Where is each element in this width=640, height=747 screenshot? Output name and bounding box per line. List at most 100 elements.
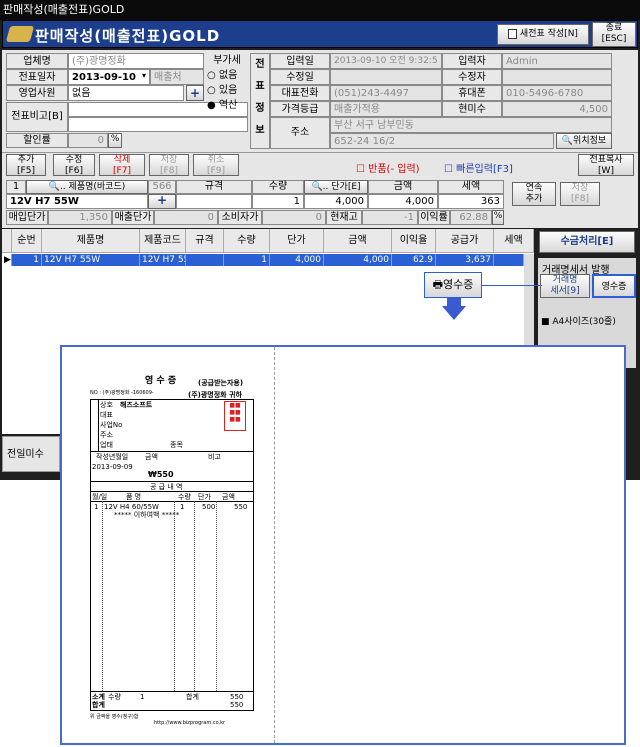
margin-value: 62.88	[450, 210, 492, 225]
statement-button[interactable]: 거래명 세서[9]	[540, 274, 590, 298]
sup-label: 업태	[100, 441, 113, 449]
rule	[194, 501, 195, 691]
buy-price-label: 매입단가	[6, 210, 48, 225]
company-field[interactable]: (주)광명정화	[68, 53, 204, 69]
grid-cell: 12V H7 55	[142, 254, 186, 266]
down-arrow-icon	[442, 306, 466, 320]
a4-checkbox[interactable]: ■ A4사이즈(30줄)	[541, 314, 616, 327]
qty-label: 수량	[108, 693, 121, 701]
qty-value: 1	[140, 693, 145, 701]
mobile-value: 010-5496-6780	[502, 85, 612, 101]
company-seal: ■■ ■■ ■■	[224, 401, 246, 431]
grid-header: 금액	[324, 229, 392, 253]
down-arrow-stem	[447, 298, 461, 307]
grid-header: 공급가	[436, 229, 494, 253]
grid-header: 세액	[494, 229, 534, 253]
edit-date-value	[330, 69, 442, 85]
sup-label: 사업No	[100, 421, 123, 429]
add-product-button[interactable]: +	[148, 194, 176, 209]
collect-button[interactable]: 수금처리[E]	[539, 231, 635, 253]
sup-label: 상호	[100, 401, 113, 409]
save-button[interactable]: 저장 [F8]	[149, 154, 189, 176]
toolbar	[2, 152, 638, 178]
grid-cell: 4,000	[270, 254, 324, 266]
spec-input[interactable]	[176, 194, 252, 209]
sup-value: 해즈소프트	[120, 401, 153, 409]
subtotal-label: 소계	[92, 693, 105, 701]
receipt-item: 550	[234, 503, 248, 511]
new-slip-button[interactable]: 새전표 작성[N]	[497, 24, 589, 45]
row-pointer-icon: ▶	[2, 254, 12, 266]
grid-cell: 3,637	[436, 254, 494, 266]
receipt-item: 1	[180, 503, 185, 511]
product-input[interactable]: 12V H7 55W	[6, 194, 148, 209]
price-input[interactable]: 4,000	[304, 194, 368, 209]
sup-label: 주소	[100, 431, 113, 439]
window-title: 판매작성(매출전표)GOLD	[0, 0, 640, 20]
quick-input-checkbox[interactable]: ☐ 빠른입력[F3]	[444, 160, 513, 175]
vat-yes-radio[interactable]: ○ 있음	[207, 81, 247, 96]
receipt-no: NO : (주)광명정화 -160609-	[90, 390, 154, 396]
entry-save-button[interactable]: 저장 [F8]	[560, 182, 600, 206]
discount-field[interactable]: 0	[68, 133, 108, 148]
receipt-popup-button[interactable]: 🖶영수증	[424, 272, 482, 298]
grid-header: 제품명	[42, 229, 140, 253]
delete-button[interactable]: 삭제 [F7]	[99, 154, 145, 176]
page-title: 판매작성(매출전표)GOLD	[35, 27, 221, 45]
buy-price-value: 1,350	[48, 210, 112, 225]
page-header: 판매작성(매출전표)GOLD 새전표 작성[N] 종료 [ESC]	[2, 20, 638, 48]
grid-cell: 62.9	[392, 254, 436, 266]
address-label: 주소	[270, 117, 330, 149]
add-sales-rep-button[interactable]: +	[186, 85, 204, 101]
cancel-button[interactable]: 취소 [F9]	[193, 154, 239, 176]
amount-head: 금액	[368, 180, 438, 194]
close-button[interactable]: 종료 [ESC]	[592, 22, 636, 47]
grid-header: 단가	[270, 229, 324, 253]
sell-price-value: 0	[154, 210, 218, 225]
tax-input[interactable]: 363	[438, 194, 504, 209]
continuous-add-button[interactable]: 연속 추가	[512, 182, 556, 206]
stock-label: 현재고	[326, 210, 362, 225]
rule	[90, 491, 254, 492]
receipt-button[interactable]: 영수증	[592, 274, 636, 298]
vat-reverse-radio[interactable]: ● 역산	[207, 96, 247, 111]
product-search-button[interactable]: 🔍.. 제품명(바코드)	[26, 180, 148, 194]
date-field[interactable]: 2013-09-10	[68, 69, 150, 85]
table-row[interactable]: ▶ 1 12V H7 55W 12V H7 55 1 4,000 4,000 6…	[2, 254, 524, 266]
copy-slip-button[interactable]: 전표복사 [W]	[578, 154, 634, 176]
add-button[interactable]: 추가 [F5]	[6, 154, 46, 176]
discount-label: 할인률	[6, 133, 68, 148]
location-button[interactable]: 🔍위치정보	[556, 133, 612, 149]
vat-none-radio[interactable]: ○ 없음	[207, 66, 247, 81]
receipt-item: 500	[202, 503, 216, 511]
percent-button[interactable]: %	[108, 133, 122, 148]
price-head-button[interactable]: 🔍.. 단가[E]	[304, 180, 368, 194]
bottom-panel: 전일미수	[2, 436, 60, 472]
memo-field-2[interactable]	[68, 117, 248, 132]
prev-receivable-label: 전일미수	[7, 449, 44, 460]
sell-price-label: 매출단가	[112, 210, 154, 225]
amount-input[interactable]: 4,000	[368, 194, 438, 209]
search-icon: 🔍	[311, 182, 323, 192]
receivable-value: 4,500	[502, 101, 612, 117]
price-grade-value: 매출가적용	[330, 101, 442, 117]
receipt-col: 수량	[178, 493, 191, 501]
receipt-to: (주)광명정화 귀하	[188, 391, 242, 399]
search-icon: 🔍	[561, 136, 574, 146]
receipt-subtitle: (공급받는자용)	[198, 379, 244, 387]
margin-label: 이익률	[418, 210, 450, 225]
return-checkbox[interactable]: ☐ 반품(- 입력)	[356, 160, 420, 175]
receivable-label: 현미수	[442, 101, 502, 117]
customer-field[interactable]: 매출처	[150, 69, 204, 85]
sales-rep-select[interactable]: 없음	[68, 85, 184, 101]
edit-button[interactable]: 수정 [F6]	[53, 154, 95, 176]
margin-percent-button[interactable]: %	[492, 210, 504, 225]
date-label: 전표일자	[6, 69, 68, 85]
grid-header: 규격	[186, 229, 224, 253]
receipt-url: http://www.bizprogram.co.kr	[154, 720, 226, 726]
chevron-down-icon[interactable]: ▾	[142, 71, 146, 80]
grid-header: 순번	[12, 229, 42, 253]
company-label: 업체명	[6, 53, 68, 69]
qty-input[interactable]: 1	[252, 194, 304, 209]
consumer-price-value: 0	[262, 210, 326, 225]
